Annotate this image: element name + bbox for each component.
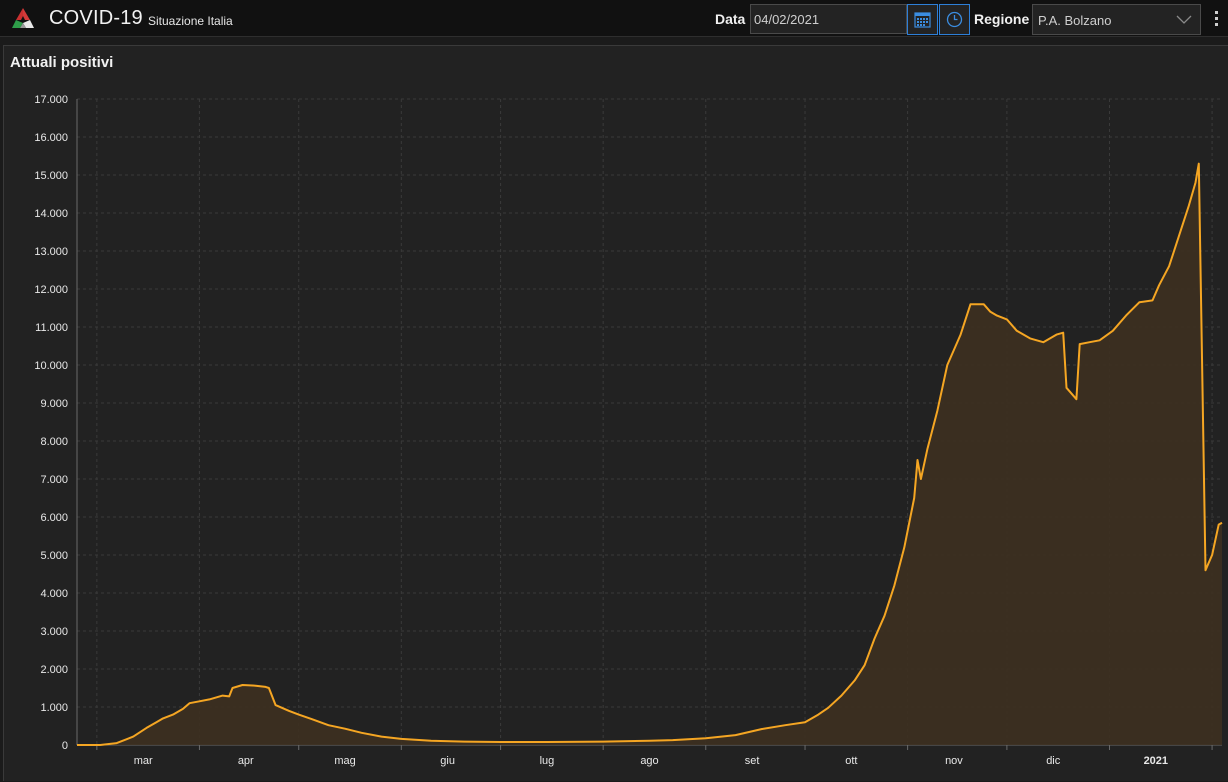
x-tick-label: ago [640,755,658,767]
y-tick-label: 1.000 [40,702,68,714]
date-input[interactable] [750,4,907,34]
x-tick-label: mar [134,755,153,767]
y-tick-label: 2.000 [40,664,68,676]
y-tick-label: 5.000 [40,550,68,562]
y-tick-label: 11.000 [35,322,68,334]
region-label: Regione [974,11,1030,27]
x-tick-label: giu [440,755,455,767]
y-tick-label: 15.000 [34,170,68,182]
y-tick-label: 13.000 [34,246,68,258]
tricolor-triangle-logo-icon [12,8,34,28]
y-tick-label: 14.000 [34,208,68,220]
time-button[interactable] [939,4,970,35]
x-tick-label: nov [945,755,963,767]
y-tick-label: 3.000 [40,626,68,638]
region-select[interactable]: P.A. Bolzano [1032,4,1201,35]
x-tick-label: lug [540,755,555,767]
x-tick-label: apr [238,755,254,767]
x-tick-label: dic [1046,755,1061,767]
region-select-value: P.A. Bolzano [1038,13,1112,28]
y-tick-label: 17.000 [34,94,68,106]
x-tick-label: mag [334,755,355,767]
chevron-down-icon [1176,15,1192,24]
x-tick-label: ott [845,755,857,767]
date-label: Data [715,11,746,27]
x-tick-label: 2021 [1144,755,1168,767]
kebab-menu-icon[interactable] [1211,10,1223,28]
y-tick-label: 6.000 [40,512,68,524]
y-tick-label: 10.000 [34,360,68,372]
app-title: COVID-19 [49,7,143,29]
chart: 0 1.000 2.000 3.000 4.000 5.000 6.000 7.000 8.00… [34,94,1223,767]
chart-panel: Attuali positivi 0 1.000 2.000 3.000 4.000 5.… [3,45,1228,781]
y-tick-label: 0 [62,740,68,752]
clock-icon [946,11,963,28]
x-tick-label: set [745,755,760,767]
y-tick-label: 8.000 [40,436,68,448]
y-tick-label: 4.000 [40,588,68,600]
y-tick-label: 12.000 [34,284,68,296]
y-tick-label: 9.000 [40,398,68,410]
y-tick-label: 7.000 [40,474,68,486]
y-tick-label: 16.000 [34,132,68,144]
calendar-button[interactable] [907,4,938,35]
calendar-icon [914,12,931,28]
app-subtitle: Situazione Italia [148,14,233,28]
top-bar: COVID-19 Situazione Italia Data Regione … [0,0,1228,37]
